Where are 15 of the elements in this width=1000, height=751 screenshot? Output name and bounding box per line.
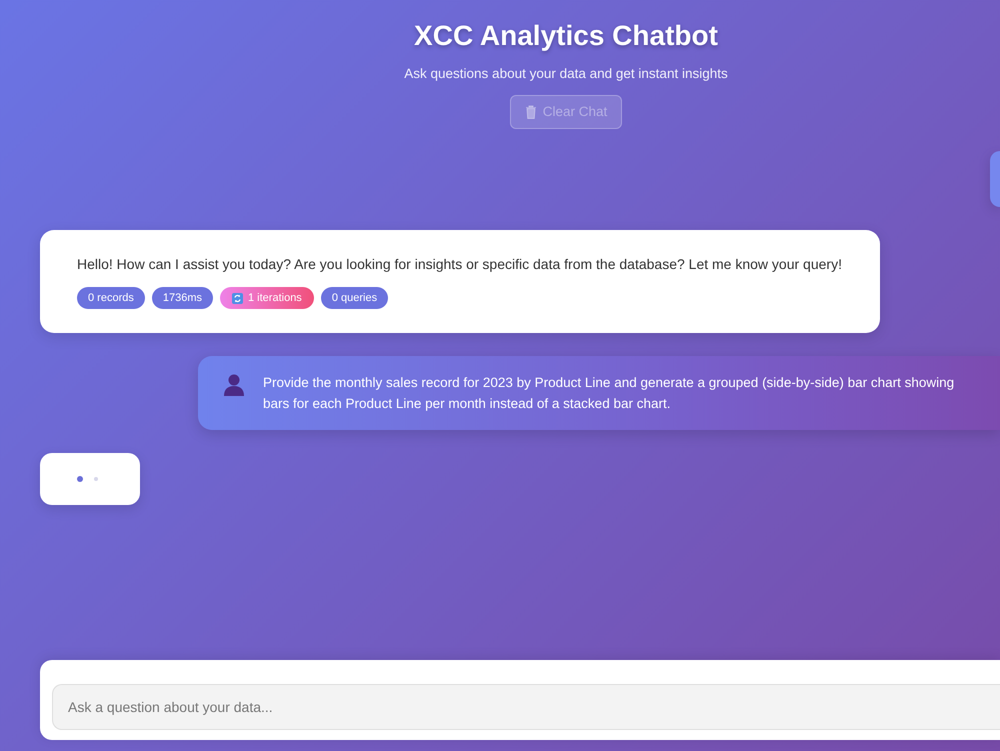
message-text: Provide the monthly sales record for 2023 by Product Line and generate a grouped (side-by-side) bar chart showing bars for each Product Line per month instead of a stacked bar chart. xyxy=(263,374,956,413)
metric-badge: 0 queries xyxy=(320,287,388,309)
user-avatar-icon xyxy=(224,374,244,396)
message-bubble xyxy=(990,151,1000,207)
message-text: Hello! How can I assist you today? Are you looking for insights or specific data from the database? Let me know your query! xyxy=(77,255,843,274)
metric-badge: 1736ms xyxy=(152,287,213,309)
metric-badge: 0 records xyxy=(77,287,145,309)
trash-icon xyxy=(524,105,537,119)
page-subtitle: Ask questions about your data and get instant insights xyxy=(404,65,728,83)
typing-dot-icon xyxy=(94,477,98,481)
iterations-badge: 1 iterations xyxy=(220,287,314,309)
refresh-icon xyxy=(232,292,243,304)
chat-input[interactable]: Ask a question about your data... xyxy=(52,684,1000,730)
typing-dot-icon xyxy=(77,476,83,482)
page-title: XCC Analytics Chatbot xyxy=(414,19,718,53)
